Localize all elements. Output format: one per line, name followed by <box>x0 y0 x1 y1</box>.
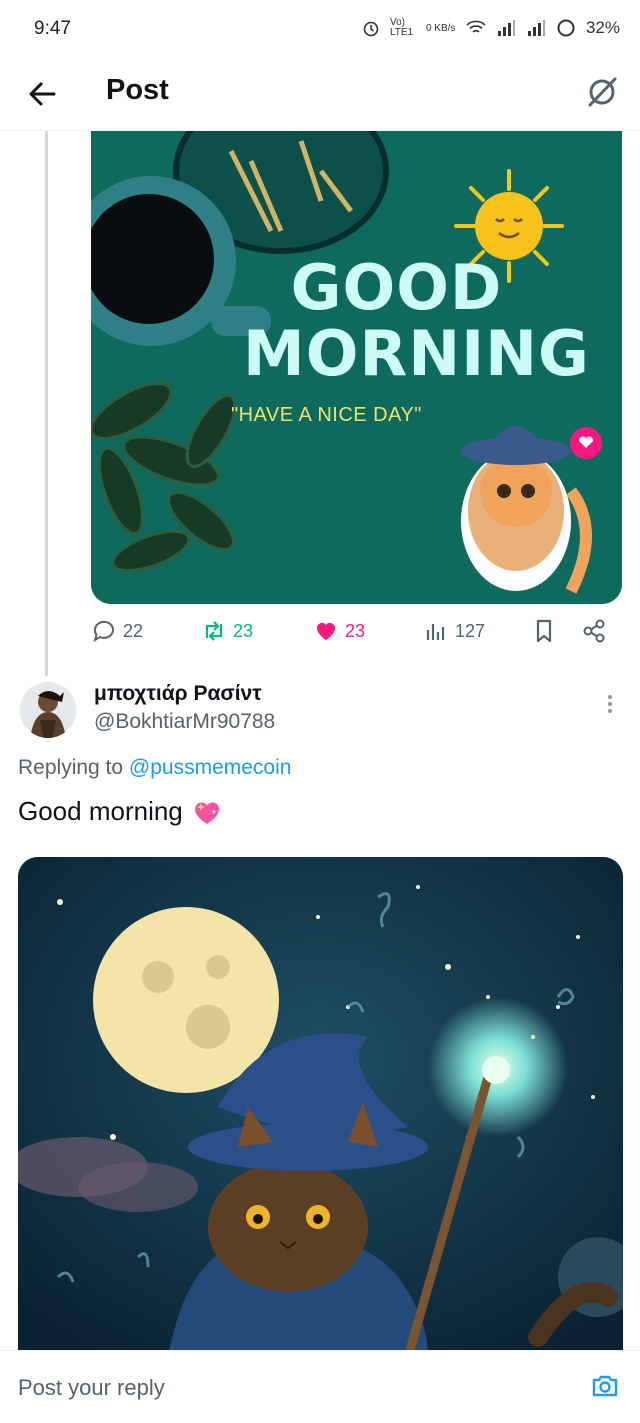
reply-input[interactable] <box>18 1375 538 1401</box>
good-text: GOOD <box>290 251 503 324</box>
share-icon <box>583 619 605 643</box>
reply-author-name[interactable]: μποχτιάρ Ρασίντ <box>94 682 262 706</box>
view-count: 127 <box>455 620 486 641</box>
avatar-image <box>20 682 76 738</box>
bookmark-action[interactable] <box>531 618 557 644</box>
views-icon <box>426 624 445 640</box>
share-action[interactable] <box>581 618 607 644</box>
alarm-icon <box>363 21 379 37</box>
repost-icon <box>205 621 223 641</box>
signal-icon <box>497 20 515 36</box>
status-time: 9:47 <box>34 18 71 39</box>
thread-line <box>45 131 48 676</box>
reply-text-content: Good morning <box>18 796 183 826</box>
status-icons: Vo) LTE1 0 KB/s 32% <box>362 18 620 38</box>
battery-percent: 32% <box>585 18 620 37</box>
replying-to-prefix: Replying to <box>18 756 124 779</box>
like-action[interactable]: 23 <box>313 618 365 644</box>
grok-icon[interactable] <box>584 74 620 110</box>
camera-icon[interactable] <box>590 1371 620 1401</box>
reply-composer <box>0 1350 640 1423</box>
signal-icon-2 <box>527 20 545 36</box>
like-count: 23 <box>345 620 366 641</box>
repost-count: 23 <box>233 620 254 641</box>
battery-icon <box>557 19 575 37</box>
post-actions: 22 23 23 127 <box>91 618 622 650</box>
have-a-nice-day-text: "HAVE A NICE DAY" <box>231 404 422 426</box>
bookmark-icon <box>536 619 552 643</box>
wizard-cat-artwork <box>18 857 623 1357</box>
page-title: Post <box>106 74 169 106</box>
reply-count: 22 <box>123 620 144 641</box>
reply-text: Good morning <box>18 796 223 827</box>
post-image-good-morning[interactable]: GOOD MORNING "HAVE A NICE DAY" <box>91 131 622 604</box>
status-bar: 9:47 Vo) LTE1 0 KB/s 32% <box>0 0 640 60</box>
reply-icon <box>93 620 114 643</box>
repost-action[interactable]: 23 <box>201 618 253 644</box>
data-rate: 0 KB/s <box>425 22 456 34</box>
wifi-icon <box>466 20 486 33</box>
reply-image-wizard-cat[interactable] <box>18 857 623 1357</box>
morning-text: MORNING <box>243 317 590 390</box>
avatar[interactable] <box>20 682 76 738</box>
back-arrow-icon[interactable] <box>24 76 60 112</box>
more-options-icon[interactable] <box>598 690 622 720</box>
top-bar: Post <box>0 60 640 131</box>
reply-author-handle[interactable]: @BokhtiarMr90788 <box>94 710 275 734</box>
replying-to-mention[interactable]: @pussmemecoin <box>129 756 292 779</box>
reply-action[interactable]: 22 <box>91 618 143 644</box>
replying-to-line: Replying to @pussmemecoin <box>18 756 291 780</box>
sparkling-heart-icon <box>194 801 219 824</box>
views-action[interactable]: 127 <box>423 618 485 644</box>
heart-filled-icon <box>317 623 335 640</box>
network-label: Vo) LTE1 <box>389 17 414 38</box>
